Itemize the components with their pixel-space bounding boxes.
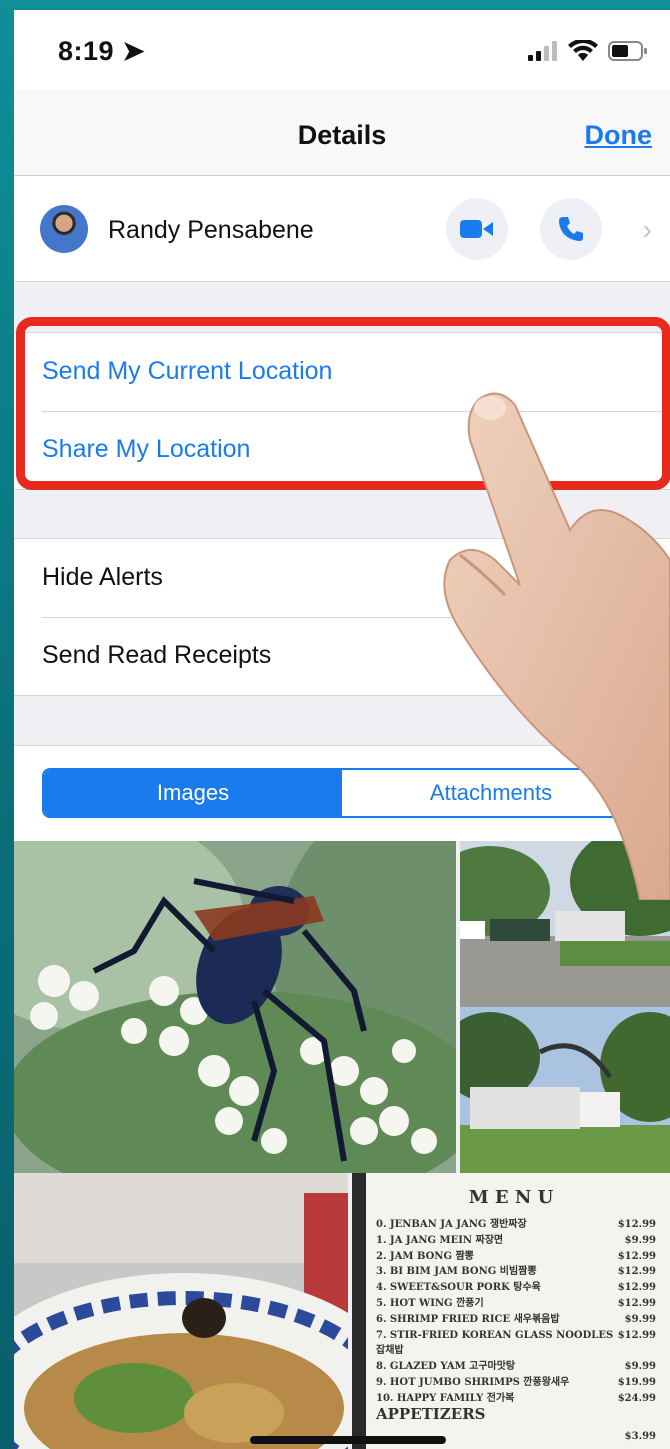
- menu-item-name: 6. SHRIMP FRIED RICE 새우볶음밥: [376, 1313, 560, 1325]
- phone-call-button[interactable]: [540, 198, 602, 260]
- segment-container: Images Attachments: [14, 745, 670, 841]
- hide-alerts-cell[interactable]: Hide Alerts: [14, 539, 670, 617]
- menu-item-price: $12.99: [617, 1250, 656, 1262]
- read-receipts-label: Send Read Receipts: [42, 641, 272, 669]
- photo-street-trucks[interactable]: [460, 841, 670, 1007]
- settings-group: Hide Alerts Send Read Receipts: [14, 538, 670, 696]
- truck-image: [460, 1007, 670, 1173]
- contact-name: Randy Pensabene: [108, 216, 314, 244]
- photo-vacuum-truck[interactable]: [460, 1007, 670, 1173]
- status-time: 8:19 ➤: [58, 36, 146, 66]
- menu-item-name: 0. JENBAN JA JANG 쟁반짜장: [376, 1219, 527, 1230]
- menu-item-row: 5. HOT WING 깐풍기 $12.99: [376, 1296, 656, 1312]
- menu-item-price: $9.99: [624, 1313, 656, 1325]
- menu-item-row: 9. HOT JUMBO SHRIMPS 깐풍왕새우 $19.99: [376, 1375, 656, 1391]
- home-indicator: [250, 1436, 446, 1444]
- food-image: [14, 1173, 348, 1449]
- read-receipts-cell[interactable]: Send Read Receipts: [14, 617, 670, 695]
- avatar: [40, 205, 88, 253]
- menu-item-row: 0. JENBAN JA JANG 쟁반짜장 $12.99: [376, 1217, 656, 1233]
- menu-item-row: 8. GLAZED YAM 고구마맛탕 $9.99: [376, 1359, 656, 1375]
- contact-row[interactable]: Randy Pensabene ›: [14, 176, 670, 282]
- tab-images[interactable]: Images: [44, 770, 342, 816]
- photo-insect-on-milkweed[interactable]: [14, 841, 456, 1173]
- menu-item-price: $12.99: [617, 1219, 656, 1230]
- menu-item-name: 3. BI BIM JAM BONG 비빔짬뽕: [376, 1266, 537, 1278]
- menu-item-row: 7. STIR-FRIED KOREAN GLASS NOODLES 잡채밥 $1…: [376, 1328, 656, 1360]
- menu-title: M E N U: [468, 1187, 554, 1208]
- menu-item-price: $12.99: [617, 1329, 656, 1341]
- menu-item-row: 6. SHRIMP FRIED RICE 새우볶음밥 $9.99: [376, 1312, 656, 1328]
- menu-item-price: $12.99: [617, 1282, 656, 1294]
- menu-item-row: 3. BI BIM JAM BONG 비빔짬뽕 $12.99: [376, 1264, 656, 1280]
- menu-item-name: 5. HOT WING 깐풍기: [376, 1297, 484, 1309]
- photo-restaurant-menu[interactable]: M E N U 0. JENBAN JA JANG 쟁반짜장 $12.99 1. J…: [352, 1173, 670, 1449]
- menu-item-name: 7. STIR-FRIED KOREAN GLASS NOODLES 잡채밥: [376, 1329, 614, 1357]
- menu-item-list: 0. JENBAN JA JANG 쟁반짜장 $12.99 1. JA JANG M…: [376, 1217, 656, 1407]
- menu-item-name: 9. HOT JUMBO SHRIMPS 깐풍왕새우: [376, 1376, 570, 1388]
- phone-screen: 8:19 ➤ Details Done Randy Pensabene › Se…: [14, 10, 670, 1449]
- page-title: Details: [297, 120, 387, 150]
- menu-photo-edge: [352, 1173, 366, 1449]
- photo-noodle-dish[interactable]: [14, 1173, 348, 1449]
- cellular-signal-icon: [528, 41, 557, 61]
- facetime-video-button[interactable]: [446, 198, 508, 260]
- status-bar: 8:19 ➤: [14, 10, 670, 90]
- menu-item-name: 2. JAM BONG 짬뽕: [376, 1250, 474, 1262]
- phone-icon: [559, 217, 583, 241]
- battery-icon: [608, 41, 647, 61]
- done-button[interactable]: Done: [585, 120, 653, 151]
- wifi-icon: [568, 40, 598, 61]
- insect-image: [14, 841, 456, 1173]
- video-camera-icon: [460, 220, 493, 238]
- menu-item-row: 4. SWEET&SOUR PORK 탕수육 $12.99: [376, 1280, 656, 1296]
- menu-item-name: 4. SWEET&SOUR PORK 탕수육: [376, 1282, 541, 1294]
- menu-item-price: $12.99: [617, 1297, 656, 1309]
- menu-item-price: $12.99: [617, 1266, 656, 1278]
- chevron-right-icon[interactable]: ›: [643, 214, 652, 246]
- menu-item-price: $9.99: [624, 1234, 656, 1246]
- menu-appetizer-price: $3.99: [624, 1431, 656, 1442]
- location-arrow-icon: ➤: [122, 36, 146, 66]
- menu-item-price: $9.99: [624, 1361, 656, 1373]
- menu-item-name: 1. JA JANG MEIN 짜장면: [376, 1234, 504, 1246]
- hide-alerts-label: Hide Alerts: [42, 563, 163, 591]
- images-attachments-segmented-control: Images Attachments: [42, 768, 642, 818]
- navigation-bar: Details Done: [14, 90, 670, 176]
- menu-item-row: 1. JA JANG MEIN 짜장면 $9.99: [376, 1233, 656, 1249]
- menu-item-price: $24.99: [617, 1392, 656, 1404]
- menu-item-row: 2. JAM BONG 짬뽕 $12.99: [376, 1249, 656, 1265]
- menu-item-price: $19.99: [617, 1376, 656, 1388]
- menu-item-name: 8. GLAZED YAM 고구마맛탕: [376, 1361, 516, 1373]
- highlight-box: [16, 317, 670, 490]
- street-image: [460, 841, 670, 1007]
- tab-attachments[interactable]: Attachments: [342, 770, 640, 816]
- menu-appetizers-heading: APPETIZERS: [376, 1405, 486, 1423]
